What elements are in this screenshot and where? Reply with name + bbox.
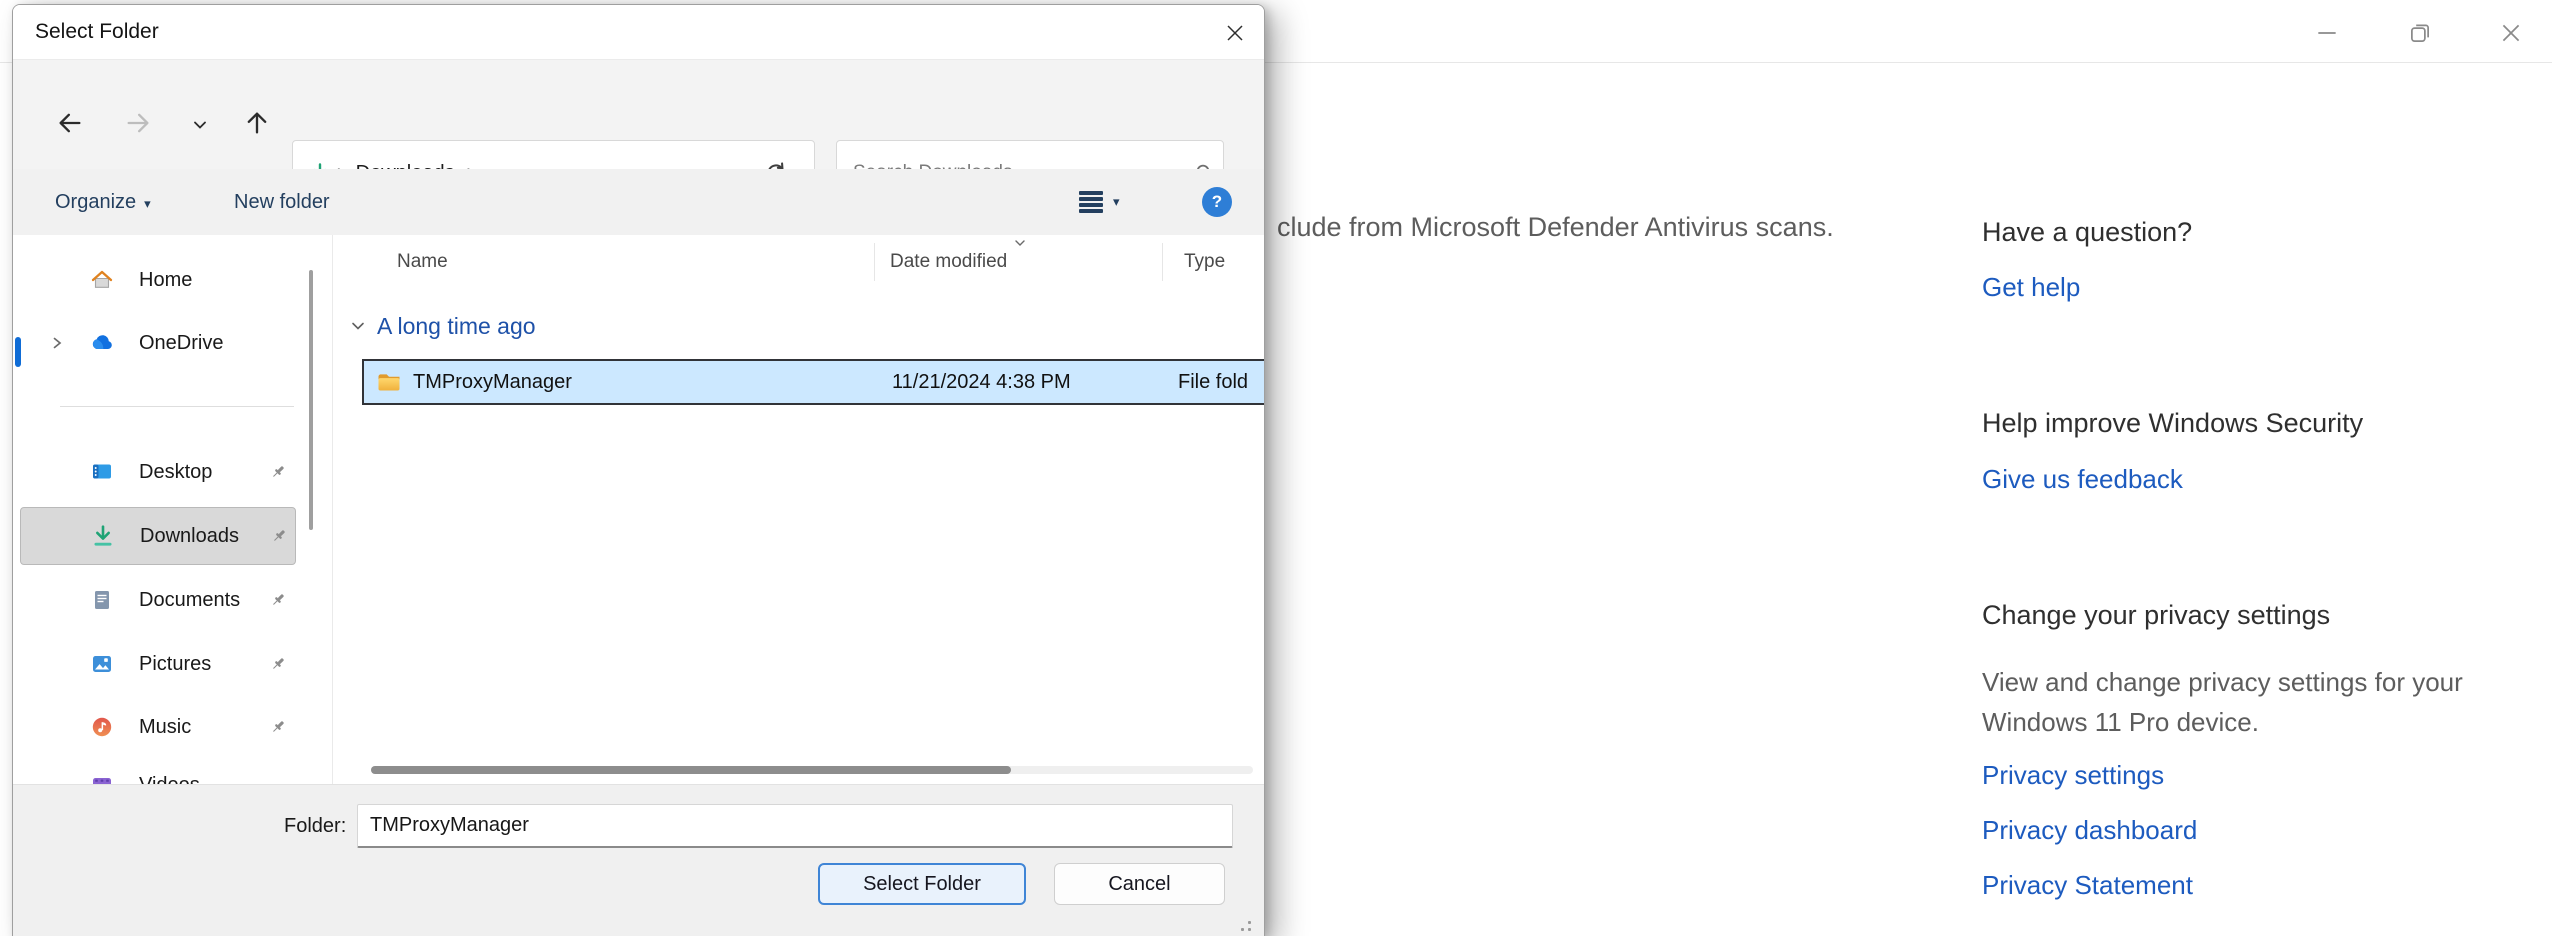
minimize-icon <box>2314 20 2340 46</box>
help-icon: ? <box>1212 192 1222 212</box>
up-button[interactable] <box>238 106 276 140</box>
improve-heading: Help improve Windows Security <box>1982 408 2363 439</box>
view-options-dropdown[interactable]: ▾ <box>1113 169 1120 235</box>
help-button[interactable]: ? <box>1202 187 1232 217</box>
sidebar-item-music[interactable]: Music <box>20 699 294 755</box>
videos-icon <box>89 772 115 784</box>
pin-icon <box>268 590 288 610</box>
give-feedback-link[interactable]: Give us feedback <box>1982 464 2183 495</box>
pictures-icon <box>89 651 115 677</box>
close-icon <box>1225 23 1245 43</box>
expand-chevron-icon[interactable] <box>48 334 66 352</box>
sidebar-item-label: Desktop <box>139 461 212 483</box>
sidebar-item-home[interactable]: Home <box>20 252 294 308</box>
recent-locations-button[interactable] <box>181 108 219 142</box>
dialog-toolbar: Organize▾ New folder ▾ ? <box>13 169 1264 236</box>
close-icon <box>2498 20 2524 46</box>
pin-icon <box>268 654 288 674</box>
view-options-icon[interactable] <box>1079 191 1103 213</box>
pin-icon <box>268 462 288 482</box>
privacy-heading: Change your privacy settings <box>1982 600 2330 631</box>
back-icon <box>55 109 85 137</box>
select-folder-button[interactable]: Select Folder <box>818 863 1026 905</box>
get-help-link[interactable]: Get help <box>1982 272 2080 303</box>
sidebar-item-documents[interactable]: Documents <box>20 572 294 628</box>
group-header[interactable]: A long time ago <box>349 309 536 343</box>
restore-button[interactable] <box>2398 14 2442 52</box>
column-divider[interactable] <box>874 243 875 281</box>
sidebar-item-onedrive[interactable]: OneDrive <box>20 315 294 371</box>
sidebar-item-label: Downloads <box>140 525 239 547</box>
pin-icon <box>269 526 289 546</box>
documents-icon <box>89 587 115 613</box>
column-divider[interactable] <box>1162 243 1163 281</box>
sidebar-item-downloads[interactable]: Downloads <box>20 507 296 565</box>
cancel-button[interactable]: Cancel <box>1054 863 1225 905</box>
forward-icon <box>123 109 153 137</box>
privacy-body-text: View and change privacy settings for you… <box>1982 662 2502 742</box>
privacy-statement-link[interactable]: Privacy Statement <box>1982 870 2193 901</box>
file-row-selected[interactable]: TMProxyManager 11/21/2024 4:38 PM File f… <box>362 359 1264 405</box>
desktop-icon <box>89 459 115 485</box>
sidebar-item-label: Home <box>139 269 192 291</box>
horizontal-scrollbar[interactable] <box>371 766 1253 774</box>
file-type: File fold <box>1178 371 1248 394</box>
column-header-name[interactable]: Name <box>397 235 448 289</box>
up-arrow-icon <box>243 108 271 138</box>
folder-field-label: Folder: <box>284 804 346 848</box>
navigation-bar: › Downloads › Search Downloads <box>13 59 1264 170</box>
sidebar-item-videos[interactable]: Videos <box>20 757 294 784</box>
sidebar-item-label: Pictures <box>139 653 211 675</box>
sidebar-item-label: Videos <box>139 774 200 785</box>
folder-icon <box>374 367 404 397</box>
sidebar-separator-line <box>60 406 294 407</box>
chevron-down-icon <box>191 116 209 134</box>
screenshot-root: clude from Microsoft Defender Antivirus … <box>0 0 2552 936</box>
group-header-label: A long time ago <box>377 313 536 340</box>
close-button-window[interactable] <box>2489 14 2533 52</box>
column-header-date-modified[interactable]: Date modified <box>890 235 1007 289</box>
file-date-modified: 11/21/2024 4:38 PM <box>892 371 1071 394</box>
home-icon <box>89 267 115 293</box>
resize-grip[interactable] <box>1236 916 1252 932</box>
dialog-title: Select Folder <box>35 5 159 59</box>
dialog-body: Home OneDrive <box>13 235 1264 784</box>
back-button[interactable] <box>51 106 89 140</box>
sidebar-item-desktop[interactable]: Desktop <box>20 444 294 500</box>
dialog-titlebar: Select Folder <box>13 5 1264 59</box>
restore-icon <box>2407 20 2433 46</box>
sidebar-item-label: Documents <box>139 589 240 611</box>
minimize-button[interactable] <box>2305 14 2349 52</box>
forward-button[interactable] <box>119 106 157 140</box>
sidebar-item-label: Music <box>139 716 191 738</box>
privacy-dashboard-link[interactable]: Privacy dashboard <box>1982 815 2197 846</box>
onedrive-icon <box>89 330 115 356</box>
group-collapse-icon <box>349 317 367 335</box>
new-folder-button[interactable]: New folder <box>234 169 330 235</box>
horizontal-scrollbar-thumb[interactable] <box>371 766 1011 774</box>
dialog-close-button[interactable] <box>1220 19 1250 47</box>
downloads-icon <box>90 523 116 549</box>
folder-name-input[interactable]: TMProxyManager <box>357 804 1233 848</box>
defender-exclusion-text: clude from Microsoft Defender Antivirus … <box>1277 212 1834 243</box>
sidebar-divider <box>332 235 333 784</box>
organize-menu[interactable]: Organize▾ <box>55 169 151 235</box>
sidebar-scrollbar[interactable] <box>309 270 313 530</box>
column-header-type[interactable]: Type <box>1184 235 1225 289</box>
sort-indicator-icon <box>1013 236 1027 254</box>
sidebar-item-pictures[interactable]: Pictures <box>20 636 294 692</box>
music-icon <box>89 714 115 740</box>
select-folder-dialog: Select Folder <box>12 4 1265 936</box>
file-name: TMProxyManager <box>413 371 572 394</box>
pin-icon <box>268 717 288 737</box>
sidebar-item-label: OneDrive <box>139 332 223 354</box>
dialog-footer: Folder: TMProxyManager Select Folder Can… <box>13 784 1264 936</box>
privacy-settings-link[interactable]: Privacy settings <box>1982 760 2164 791</box>
chevron-down-icon: ▾ <box>144 196 151 211</box>
question-heading: Have a question? <box>1982 217 2192 248</box>
